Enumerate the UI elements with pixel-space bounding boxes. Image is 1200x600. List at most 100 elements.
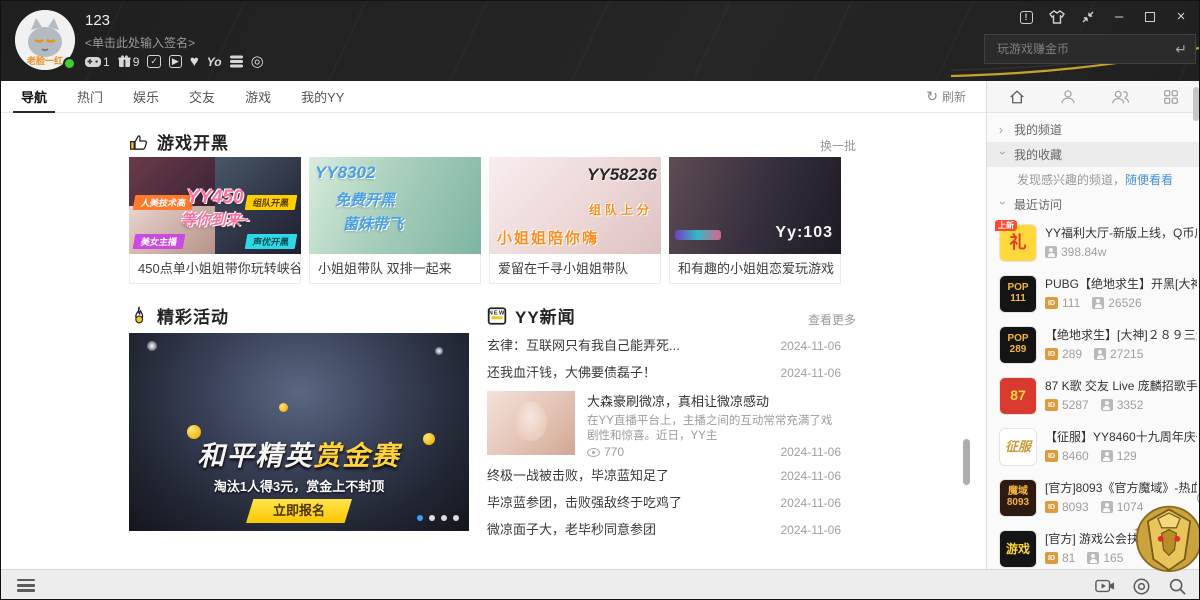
tab-my-yy[interactable]: 我的YY [301,87,344,106]
channel-icon: POP 111 [999,275,1037,313]
feedback-icon[interactable]: ! [1018,9,1034,25]
gift-badge[interactable]: 9 [118,55,140,69]
card-image: Yy:103 [669,157,841,254]
target-badge[interactable]: ◎ [251,55,264,69]
banner-title: 和平精英赏金赛 [129,434,469,473]
news-item[interactable]: 玄律：互联网只有我自己能弄死... 2024-11-06 [487,335,841,354]
badge-row: 1 9 ✓ ▶ ♥ Yo ◎ [85,54,264,69]
channel-id: 81 [1045,551,1075,565]
game-more-link[interactable]: 换一批 [820,137,856,154]
apps-grid-tab[interactable] [1154,85,1188,109]
carousel-dot[interactable] [441,515,447,521]
sidebar-scrollbar-thumb[interactable] [1193,87,1199,121]
id-icon [1045,297,1058,309]
maximize-icon [1145,12,1155,22]
tab-friends[interactable]: 交友 [189,87,215,106]
featured-news-item[interactable]: 大森豪刷微凉，真相让微凉感动 在YY直播平台上，主播之间的互动常常充满了戏剧性和… [487,391,841,459]
news-item[interactable]: 还我血汗钱，大佛要债磊子！ 2024-11-06 [487,362,841,381]
tree-recent-visits[interactable]: › 最近访问 [987,192,1200,217]
new-badge: 上新 [995,220,1017,231]
channel-item[interactable]: 礼 上新 YY福利大厅-新版上线，Q币皮肤免费领 398.84w [987,217,1200,268]
viewer-count: 3352 [1101,398,1144,412]
username[interactable]: 123 [85,12,110,29]
activity-banner[interactable]: 和平精英赏金赛 淘汰1人得3元，赏金上不封顶 立即报名 [129,333,469,531]
viewer-count: 26526 [1092,296,1141,310]
game-controller-badge[interactable]: 1 [85,55,110,69]
news-thumbnail [487,391,575,455]
gift-icon [118,55,131,68]
banner-subtitle: 淘汰1人得3元，赏金上不封顶 [129,476,469,495]
card-caption: 450点单小姐姐带你玩转峡谷 [129,254,301,284]
game-card[interactable]: Yy:103 和有趣的小姐姐恋爱玩游戏 [669,157,841,284]
person-icon [1101,501,1113,513]
view-count: 770 [587,445,624,459]
yo-badge[interactable]: Yo [207,55,222,69]
channel-item[interactable]: 87 87 K歌 交友 Live 庞麟招歌手 首页排行 5287 3352 [987,370,1200,421]
news-section-header: NEW YY新闻 [487,303,576,328]
card-image: YY58236 组队上分 小姐姐陪你嗨 [489,157,661,254]
thumbs-up-icon [129,132,149,152]
id-icon [1045,552,1058,564]
svg-text:NEW: NEW [489,310,506,316]
channel-item[interactable]: POP 111 PUBG【绝地求生】开黑[大神]全网第一 111 26526 [987,268,1200,319]
discover-link[interactable]: 随便看看 [1125,171,1173,188]
coins-icon [230,60,243,63]
id-icon [1045,348,1058,360]
coins-badge[interactable] [230,54,243,69]
maximize-button[interactable] [1142,9,1158,25]
friends-tab[interactable] [1051,85,1085,109]
channel-id: 8460 [1045,449,1089,463]
online-status-dot[interactable] [63,57,76,70]
main-scrollbar-thumb[interactable] [963,439,970,485]
viewer-count: 129 [1101,449,1137,463]
tab-hot[interactable]: 热门 [77,87,103,106]
close-button[interactable]: × [1173,9,1189,25]
play-badge[interactable]: ▶ [169,55,182,68]
game-card[interactable]: YY58236 组队上分 小姐姐陪你嗨 爱留在千寻小姐姐带队 [489,157,661,284]
window-controls: ! – × [1018,9,1189,25]
carousel-dot[interactable] [429,515,435,521]
check-badge[interactable]: ✓ [147,55,161,68]
groups-tab[interactable] [1103,85,1137,109]
channel-icon: 游戏 [999,530,1037,568]
refresh-button[interactable]: ↻ 刷新 [926,81,966,112]
signup-button[interactable]: 立即报名 [246,499,352,523]
carousel-dot[interactable] [417,515,423,521]
card-caption: 爱留在千寻小姐姐带队 [489,254,661,284]
signature-placeholder[interactable]: <单击此处输入签名> [85,34,195,51]
tree-my-favorites[interactable]: › 我的收藏 [987,142,1200,167]
home-tab[interactable] [1000,85,1034,109]
skin-theme-icon[interactable] [1049,9,1065,25]
video-icon[interactable] [1095,576,1115,596]
news-item[interactable]: 终极一战被击败，毕凉蓝知足了 2024-11-06 [487,465,841,484]
search-input[interactable] [995,41,1175,57]
channel-icon: POP 289 [999,326,1037,364]
featured-news-title: 大森豪刷微凉，真相让微凉感动 [587,391,841,410]
card-caption: 小姐姐带队 双排一起来 [309,254,481,284]
mini-mode-icon[interactable] [1080,9,1096,25]
carousel-dot[interactable] [453,515,459,521]
rgb-keyboard-glow [675,230,721,240]
navbar: 导航 热门 娱乐 交友 游戏 我的YY ↻ 刷新 [1,81,986,113]
news-more-link[interactable]: 查看更多 [808,311,856,328]
news-item[interactable]: 微凉面子大，老毕秒同意参团 2024-11-06 [487,519,841,538]
tree-my-channels[interactable]: › 我的频道 [987,117,1200,142]
channel-item[interactable]: 征服 【征服】YY8460十九周年庆一起闯荡19 8460 129 [987,421,1200,472]
menu-icon[interactable] [17,579,35,592]
controller-icon [85,56,101,68]
enter-icon[interactable]: ↵ [1175,41,1187,58]
id-icon [1045,450,1058,462]
game-card[interactable]: 人美技术高 组队开黑 美女主播 声优开黑 YY450 等你到来~ 450点单小姐… [129,157,301,284]
channel-item[interactable]: POP 289 【绝地求生】[大神]２８９三角洲/联盟/ 289 27215 [987,319,1200,370]
card-image: 人美技术高 组队开黑 美女主播 声优开黑 YY450 等你到来~ [129,157,301,254]
minimize-button[interactable]: – [1111,9,1127,25]
game-card[interactable]: YY8302 免费开黑 菌妹带飞 小姐姐带队 双排一起来 [309,157,481,284]
heart-badge[interactable]: ♥ [190,55,199,69]
news-item[interactable]: 毕凉蓝参团，击败强敌终于吃鸡了 2024-11-06 [487,492,841,511]
carousel-dots [417,515,459,521]
tab-games[interactable]: 游戏 [245,87,271,106]
tab-entertainment[interactable]: 娱乐 [133,87,159,106]
tab-navigation[interactable]: 导航 [21,87,47,106]
medal-widget[interactable] [1123,491,1200,583]
viewer-count: 27215 [1094,347,1143,361]
